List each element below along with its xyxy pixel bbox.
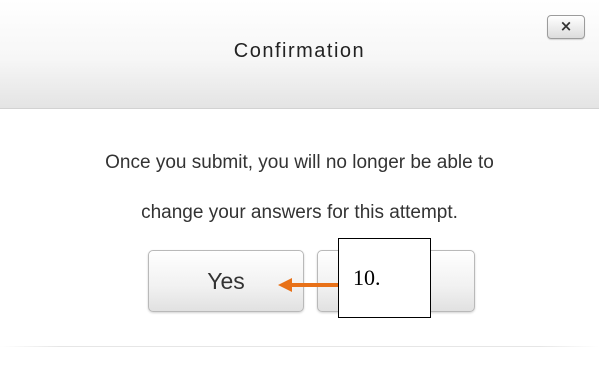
close-icon[interactable]: × xyxy=(547,15,585,39)
dialog-header: Confirmation × xyxy=(0,0,599,109)
confirmation-dialog: Confirmation × Once you submit, you will… xyxy=(0,0,599,372)
dialog-message-line-1: Once you submit, you will no longer be a… xyxy=(105,152,494,173)
dialog-message-line-2: change your answers for this attempt. xyxy=(141,202,458,223)
dialog-bottom-edge xyxy=(0,346,599,347)
dialog-title: Confirmation xyxy=(233,40,366,62)
annotation-arrow-shaft xyxy=(290,283,338,287)
annotation-arrow-icon xyxy=(278,278,292,292)
annotation-step-callout: 10. xyxy=(338,238,431,318)
